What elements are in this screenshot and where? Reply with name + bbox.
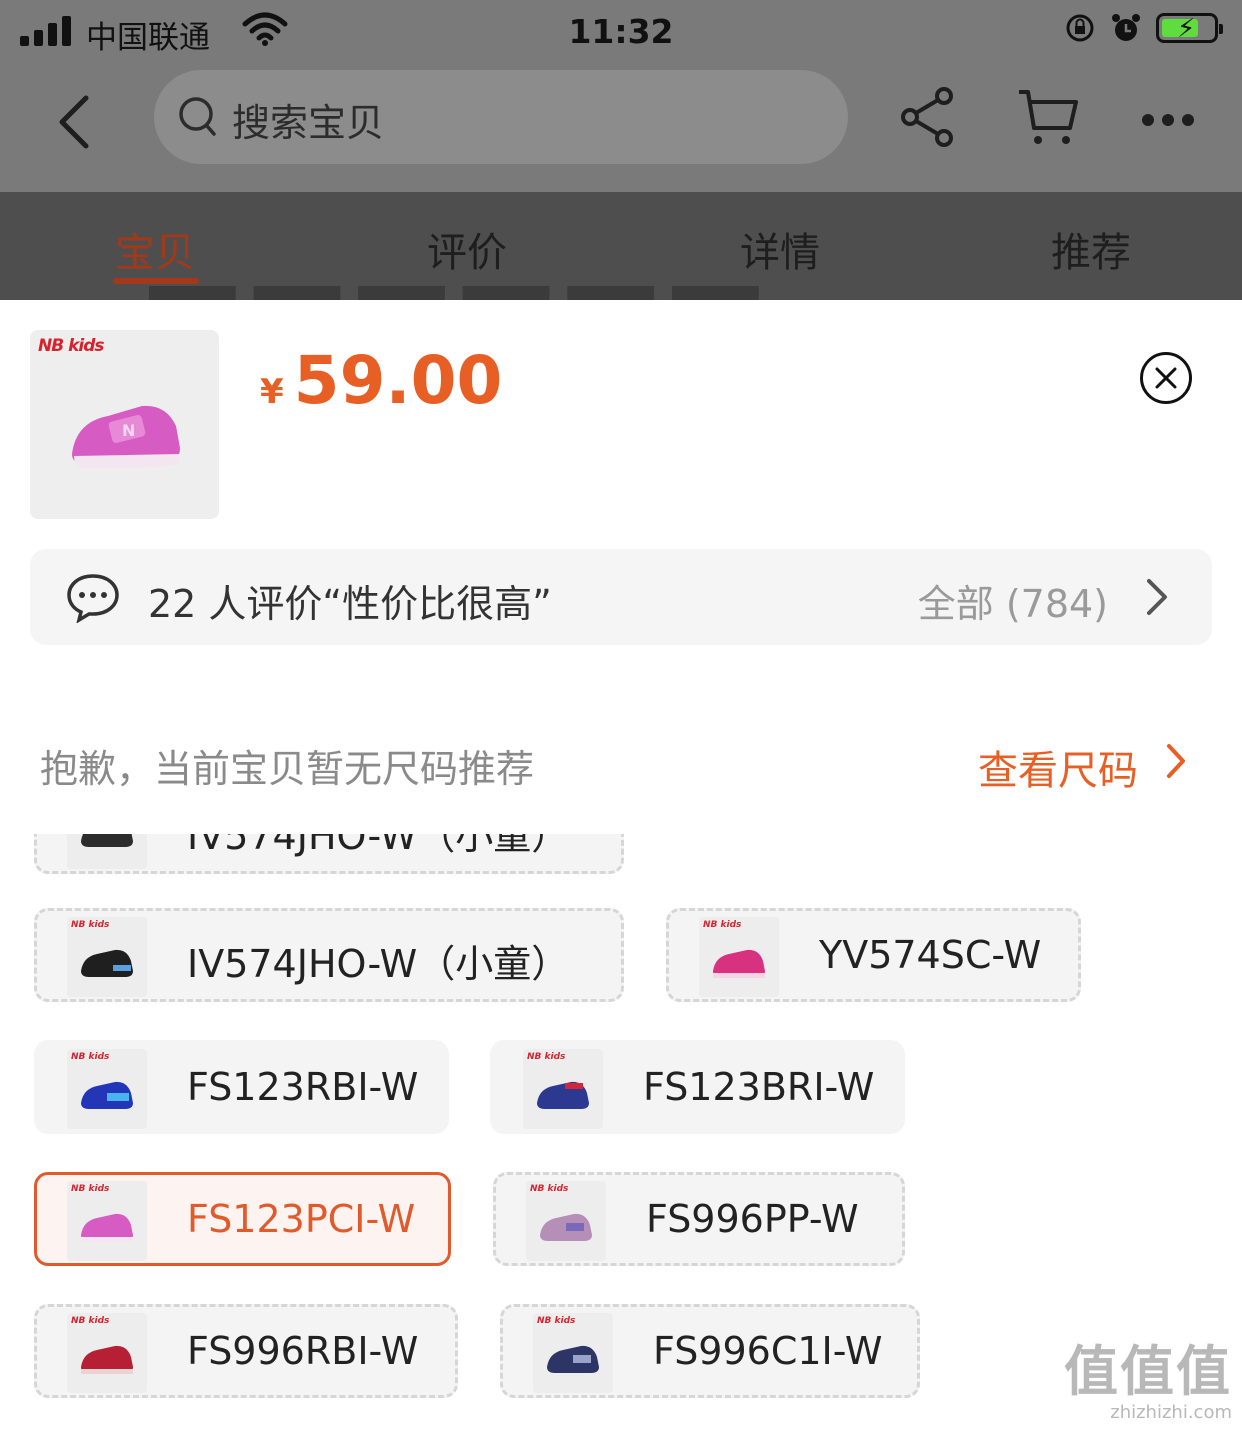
variant-thumbnail (67, 834, 147, 869)
variant-thumbnail: NB kids (67, 917, 147, 997)
tab-details[interactable]: 详情 (740, 220, 820, 278)
orientation-lock-icon (1066, 14, 1094, 42)
chevron-right-icon (1167, 744, 1185, 778)
price: ¥59.00 (260, 342, 502, 419)
tab-active-indicator (113, 278, 199, 284)
tab-bar: ▆▆▆▆▆▆ 宝贝 评价 详情 推荐 (0, 192, 1242, 300)
variant-list: IV574JHO-W（小童） NB kids IV574JHO-W（小童） NB… (0, 834, 1242, 1429)
review-summary-bar[interactable]: 22 人评价“性价比很高” 全部 (784) (30, 549, 1212, 645)
variant-label: IV574JHO-W（小童） (187, 942, 570, 986)
cart-icon[interactable] (1016, 86, 1080, 148)
variant-thumbnail: NB kids (67, 1181, 147, 1261)
variant-label: FS123PCI-W (187, 1197, 416, 1241)
watermark: 值值值 zhizhizhi.com (1064, 1327, 1232, 1423)
product-thumbnail[interactable]: NB kids N (30, 330, 219, 519)
status-bar: 中国联通 11:32 ⚡ (0, 0, 1242, 62)
variant-chip[interactable]: NB kids FS996PP-W (493, 1172, 905, 1266)
variant-label: IV574JHO-W（小童） (187, 834, 570, 858)
variant-chip[interactable]: IV574JHO-W（小童） (34, 834, 624, 874)
tab-recommend[interactable]: 推荐 (1051, 220, 1131, 278)
chat-bubble-icon (67, 574, 119, 623)
sku-sheet: NB kids N ¥59.00 22 人评价“性价比很高” 全部 (784) … (0, 300, 1242, 1429)
view-size-link[interactable]: 查看尺码 (978, 738, 1138, 796)
variant-chip[interactable]: NB kids FS123RBI-W (34, 1040, 449, 1134)
variant-thumbnail: NB kids (67, 1049, 147, 1129)
variant-thumbnail: NB kids (523, 1049, 603, 1129)
svg-text:N: N (122, 421, 135, 440)
share-icon[interactable] (900, 86, 956, 148)
dimmed-header: 中国联通 11:32 ⚡ 搜索宝贝 宝贝 评价 详情 推荐 (0, 0, 1242, 300)
search-icon (179, 97, 216, 136)
variant-label: FS123RBI-W (187, 1065, 419, 1109)
back-icon[interactable] (50, 92, 100, 152)
currency-symbol: ¥ (260, 372, 284, 412)
close-icon (1155, 367, 1177, 389)
alarm-icon (1112, 14, 1140, 41)
variant-label: FS996PP-W (646, 1197, 859, 1241)
price-value: 59.00 (293, 342, 503, 419)
nav-bar: 搜索宝贝 (0, 62, 1242, 192)
tab-reviews[interactable]: 评价 (427, 220, 507, 278)
variant-label: FS996RBI-W (187, 1329, 419, 1373)
all-reviews-link[interactable]: 全部 (784) (918, 573, 1108, 628)
variant-chip[interactable]: NB kids IV574JHO-W（小童） (34, 908, 624, 1002)
variant-thumbnail: NB kids (526, 1181, 606, 1261)
variant-label: YV574SC-W (819, 933, 1042, 977)
clock: 11:32 (568, 12, 674, 51)
variant-label: FS123BRI-W (643, 1065, 875, 1109)
review-summary-text: 22 人评价“性价比很高” (148, 582, 552, 626)
variant-chip[interactable]: NB kids YV574SC-W (666, 908, 1081, 1002)
variant-chip[interactable]: NB kids FS123BRI-W (490, 1040, 905, 1134)
tab-item[interactable]: 宝贝 (115, 220, 195, 278)
close-button[interactable] (1140, 352, 1192, 404)
variant-chip[interactable]: NB kids FS996C1I-W (500, 1304, 920, 1398)
search-input[interactable]: 搜索宝贝 (154, 70, 848, 164)
variant-label: FS996C1I-W (653, 1329, 883, 1373)
variant-thumbnail: NB kids (533, 1313, 613, 1393)
search-placeholder: 搜索宝贝 (232, 101, 385, 145)
shoe-image: N (72, 405, 180, 468)
variant-chip[interactable]: NB kids FS996RBI-W (34, 1304, 458, 1398)
chevron-right-icon (1147, 579, 1167, 615)
more-icon[interactable] (1140, 112, 1196, 128)
variant-thumbnail: NB kids (67, 1313, 147, 1393)
battery-icon: ⚡ (1156, 13, 1223, 44)
variant-chip-selected[interactable]: NB kids FS123PCI-W (34, 1172, 451, 1266)
size-recommend-note: 抱歉，当前宝贝暂无尺码推荐 (40, 747, 535, 791)
variant-thumbnail: NB kids (699, 917, 779, 997)
watermark-text: 值值值 (1064, 1340, 1232, 1403)
